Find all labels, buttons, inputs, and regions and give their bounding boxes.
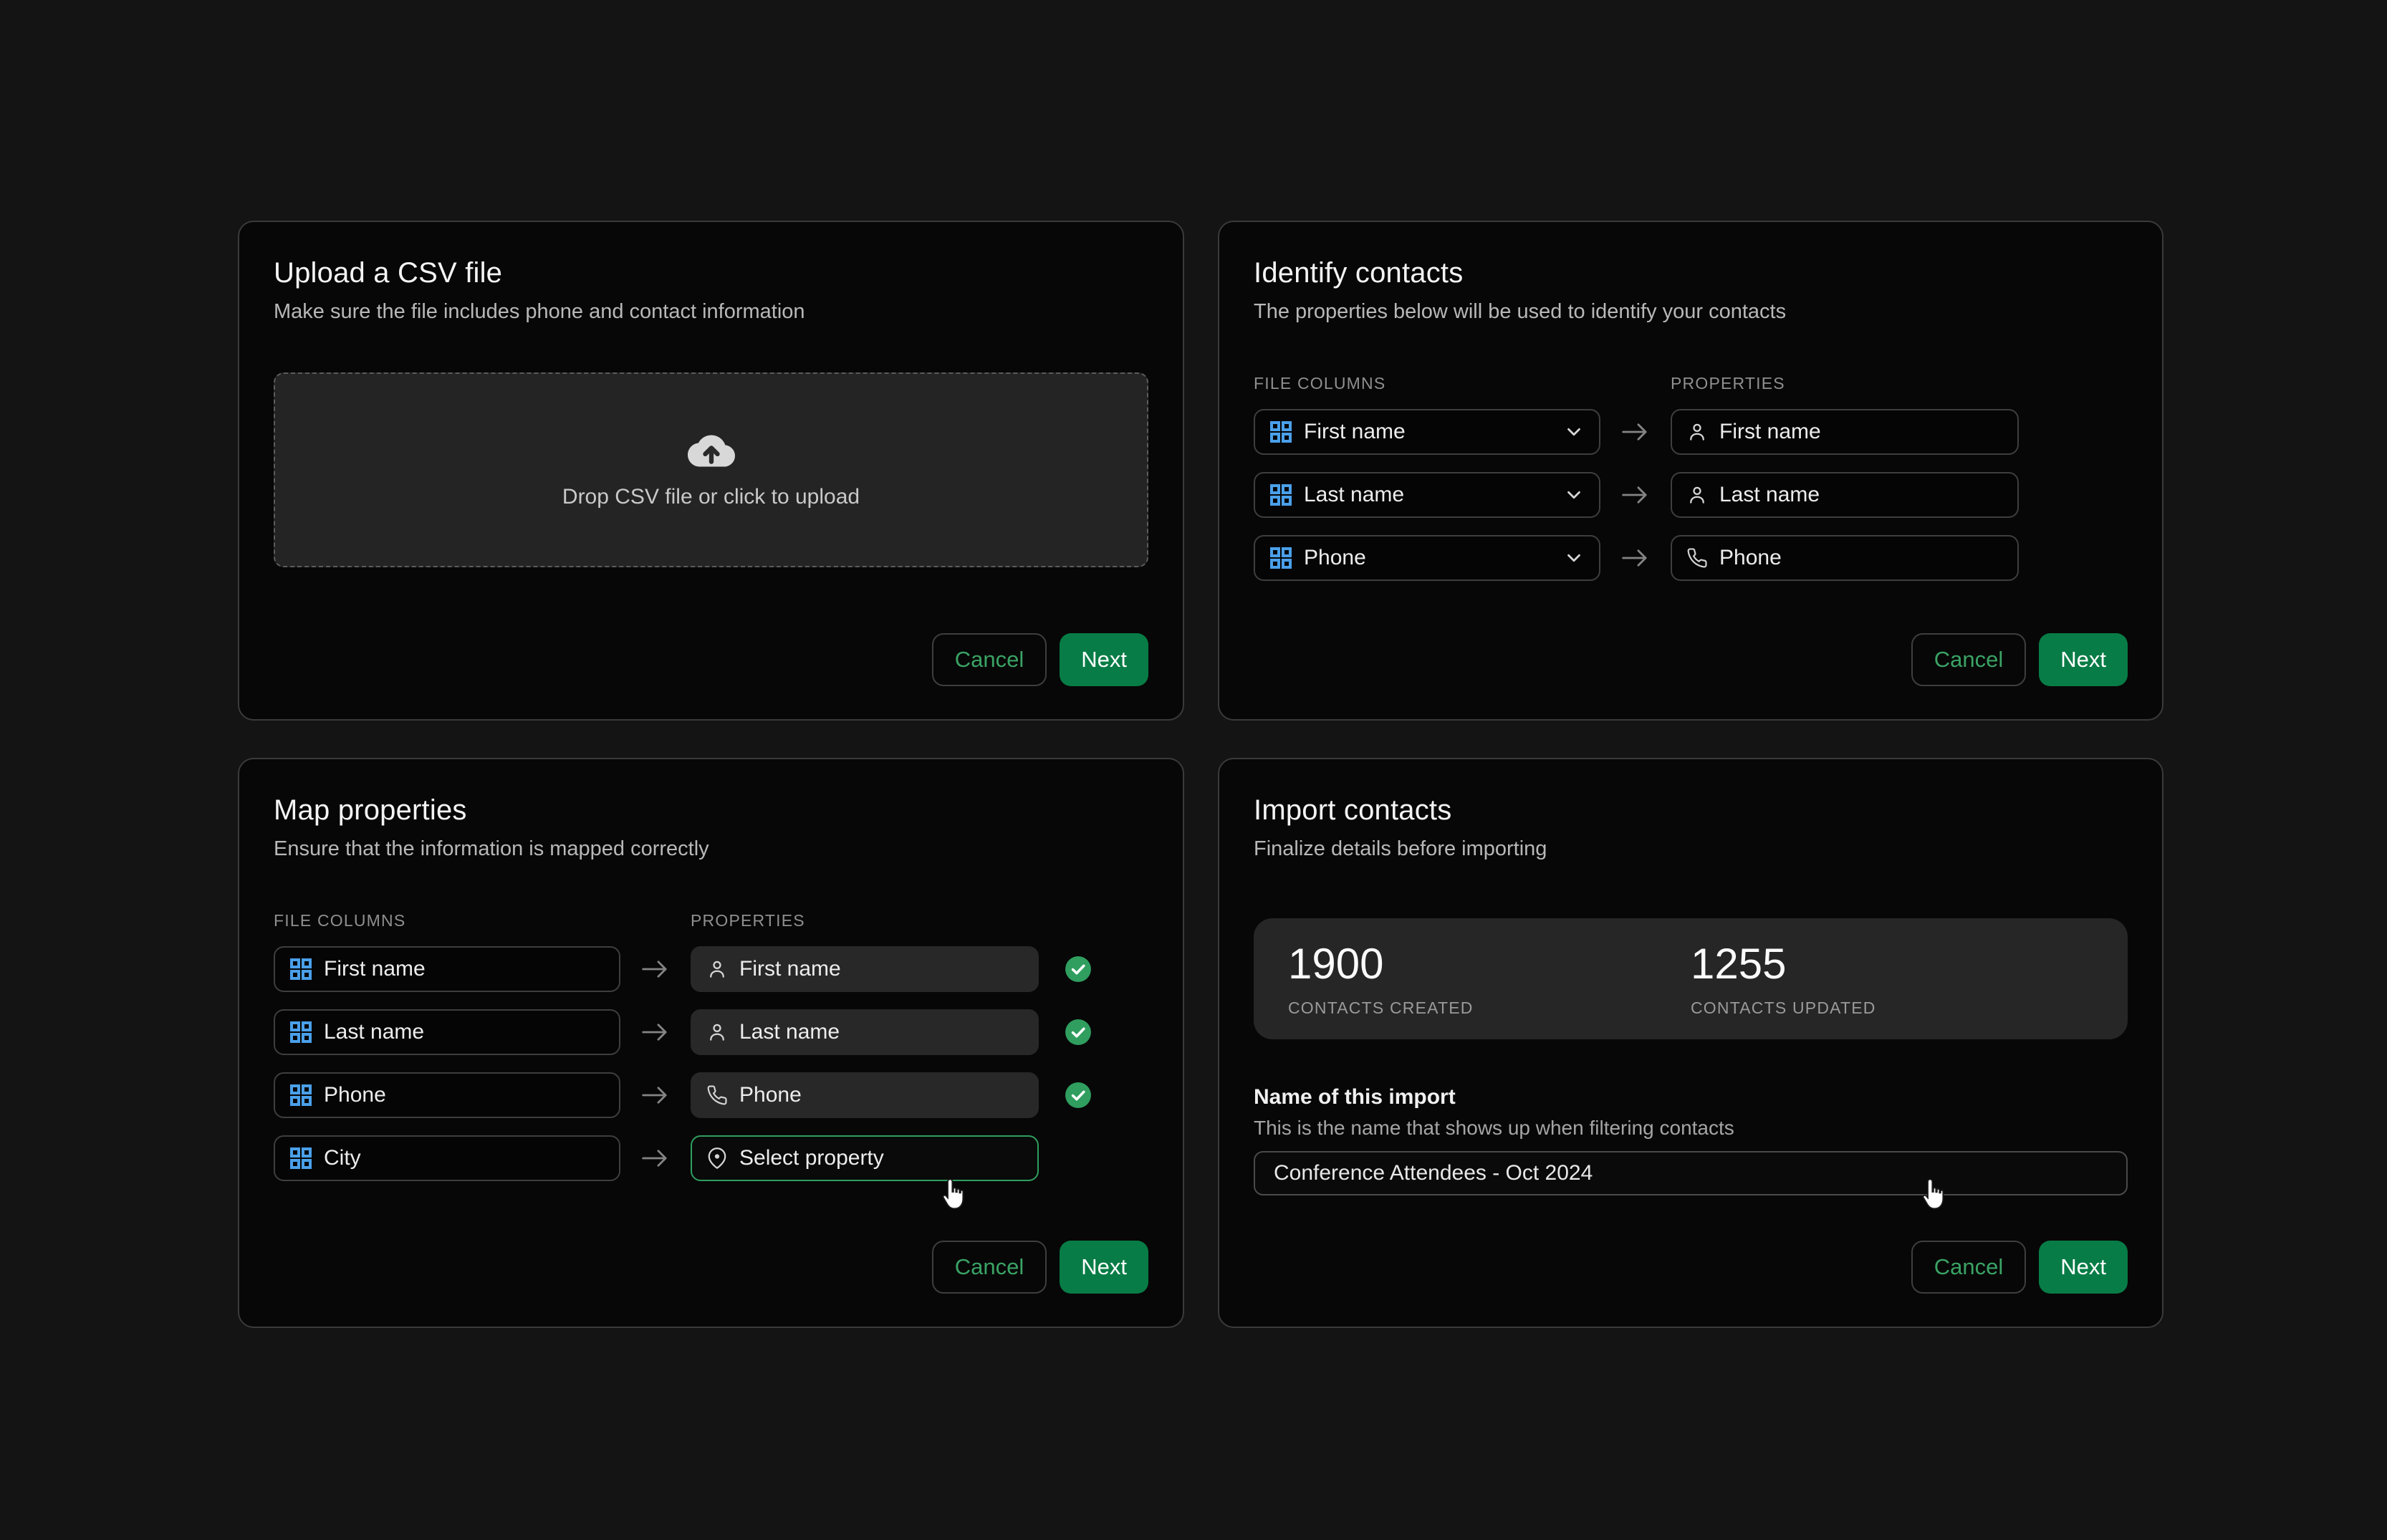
location-pin-icon bbox=[706, 1147, 728, 1169]
property-box-phone[interactable]: Phone bbox=[1671, 535, 2019, 581]
cancel-button[interactable]: Cancel bbox=[1911, 1241, 2027, 1294]
property-box-first-name[interactable]: First name bbox=[1671, 409, 2019, 455]
file-columns-header: FILE COLUMNS bbox=[274, 911, 620, 930]
grid-icon bbox=[289, 1021, 312, 1044]
file-column-box-first-name: First name bbox=[274, 946, 620, 992]
person-icon bbox=[1686, 484, 1708, 506]
cancel-button[interactable]: Cancel bbox=[932, 1241, 1047, 1294]
import-name-description: This is the name that shows up when filt… bbox=[1254, 1117, 2128, 1140]
stat-label: CONTACTS UPDATED bbox=[1691, 998, 2093, 1018]
dropzone-label: Drop CSV file or click to upload bbox=[562, 485, 860, 509]
next-button[interactable]: Next bbox=[1060, 633, 1148, 686]
mapping-row: City Select property bbox=[274, 1135, 1148, 1181]
property-box-first-name[interactable]: First name bbox=[691, 946, 1039, 992]
phone-icon bbox=[706, 1084, 728, 1106]
file-column-label: Phone bbox=[1304, 546, 1366, 570]
properties-header: PROPERTIES bbox=[691, 911, 1039, 930]
import-name-label: Name of this import bbox=[1254, 1085, 2128, 1110]
mapping-row: Phone Phone bbox=[1254, 535, 2128, 581]
cloud-upload-icon bbox=[688, 431, 735, 471]
chevron-down-icon bbox=[1563, 421, 1585, 443]
file-column-label: First name bbox=[1304, 420, 1406, 444]
check-circle-icon bbox=[1039, 1019, 1118, 1046]
csv-dropzone[interactable]: Drop CSV file or click to upload bbox=[274, 372, 1148, 567]
chevron-down-icon bbox=[1563, 547, 1585, 569]
property-box-last-name[interactable]: Last name bbox=[691, 1009, 1039, 1055]
import-stats-card: 1900 CONTACTS CREATED 1255 CONTACTS UPDA… bbox=[1254, 918, 2128, 1039]
property-label: Phone bbox=[739, 1083, 802, 1107]
next-button[interactable]: Next bbox=[1060, 1241, 1148, 1294]
grid-icon bbox=[1269, 483, 1292, 506]
arrow-right-icon bbox=[1600, 481, 1671, 509]
mapping-row: First name First name bbox=[274, 946, 1148, 992]
file-column-label: City bbox=[324, 1146, 361, 1170]
next-button[interactable]: Next bbox=[2039, 1241, 2128, 1294]
arrow-right-icon bbox=[1600, 418, 1671, 446]
person-icon bbox=[1686, 421, 1708, 443]
property-label: Last name bbox=[1719, 483, 1820, 507]
phone-icon bbox=[1686, 547, 1708, 569]
property-box-phone[interactable]: Phone bbox=[691, 1072, 1039, 1118]
upload-csv-panel: Upload a CSV file Make sure the file inc… bbox=[238, 221, 1184, 721]
page-title: Map properties bbox=[274, 792, 1148, 828]
arrow-right-icon bbox=[1600, 544, 1671, 572]
grid-icon bbox=[1269, 547, 1292, 569]
property-select-city[interactable]: Select property bbox=[691, 1135, 1039, 1181]
identify-contacts-panel: Identify contacts The properties below w… bbox=[1218, 221, 2163, 721]
mapping-row: First name First name bbox=[1254, 409, 2128, 455]
check-circle-icon bbox=[1039, 1082, 1118, 1109]
panel-subtitle: Finalize details before importing bbox=[1254, 835, 2128, 862]
check-circle-icon bbox=[1039, 956, 1118, 983]
stat-contacts-created: 1900 CONTACTS CREATED bbox=[1288, 943, 1691, 1018]
stat-value: 1900 bbox=[1288, 943, 1691, 986]
file-column-box-city: City bbox=[274, 1135, 620, 1181]
file-column-box-phone: Phone bbox=[274, 1072, 620, 1118]
arrow-right-icon bbox=[620, 1145, 691, 1172]
grid-icon bbox=[289, 1084, 312, 1107]
import-name-input[interactable] bbox=[1254, 1151, 2128, 1195]
mapping-row: Phone Phone bbox=[274, 1072, 1148, 1118]
file-column-label: Last name bbox=[324, 1020, 424, 1044]
page-title: Import contacts bbox=[1254, 792, 2128, 828]
page-title: Upload a CSV file bbox=[274, 255, 1148, 291]
cancel-button[interactable]: Cancel bbox=[1911, 633, 2027, 686]
file-column-label: Last name bbox=[1304, 483, 1404, 507]
panel-subtitle: Ensure that the information is mapped co… bbox=[274, 835, 1148, 862]
next-button[interactable]: Next bbox=[2039, 633, 2128, 686]
property-label: Phone bbox=[1719, 546, 1782, 570]
panel-subtitle: The properties below will be used to ide… bbox=[1254, 298, 2128, 325]
property-label: First name bbox=[1719, 420, 1821, 444]
property-label: Select property bbox=[739, 1146, 884, 1170]
person-icon bbox=[706, 958, 728, 980]
arrow-right-icon bbox=[620, 1082, 691, 1109]
grid-icon bbox=[289, 1147, 312, 1170]
property-box-last-name[interactable]: Last name bbox=[1671, 472, 2019, 518]
file-column-dropdown-last-name[interactable]: Last name bbox=[1254, 472, 1600, 518]
stat-value: 1255 bbox=[1691, 943, 2093, 986]
file-column-dropdown-phone[interactable]: Phone bbox=[1254, 535, 1600, 581]
person-icon bbox=[706, 1021, 728, 1043]
map-properties-panel: Map properties Ensure that the informati… bbox=[238, 758, 1184, 1328]
arrow-right-icon bbox=[620, 1019, 691, 1046]
property-label: First name bbox=[739, 957, 841, 981]
page-title: Identify contacts bbox=[1254, 255, 2128, 291]
file-column-dropdown-first-name[interactable]: First name bbox=[1254, 409, 1600, 455]
grid-icon bbox=[1269, 420, 1292, 443]
property-label: Last name bbox=[739, 1020, 840, 1044]
stat-contacts-updated: 1255 CONTACTS UPDATED bbox=[1691, 943, 2093, 1018]
cancel-button[interactable]: Cancel bbox=[932, 633, 1047, 686]
arrow-right-icon bbox=[620, 956, 691, 983]
panel-subtitle: Make sure the file includes phone and co… bbox=[274, 298, 1148, 325]
properties-header: PROPERTIES bbox=[1671, 374, 2019, 393]
chevron-down-icon bbox=[1563, 484, 1585, 506]
stat-label: CONTACTS CREATED bbox=[1288, 998, 1691, 1018]
grid-icon bbox=[289, 958, 312, 981]
mapping-row: Last name Last name bbox=[274, 1009, 1148, 1055]
file-columns-header: FILE COLUMNS bbox=[1254, 374, 1600, 393]
mapping-row: Last name Last name bbox=[1254, 472, 2128, 518]
file-column-box-last-name: Last name bbox=[274, 1009, 620, 1055]
file-column-label: Phone bbox=[324, 1083, 386, 1107]
file-column-label: First name bbox=[324, 957, 426, 981]
import-contacts-panel: Import contacts Finalize details before … bbox=[1218, 758, 2163, 1328]
